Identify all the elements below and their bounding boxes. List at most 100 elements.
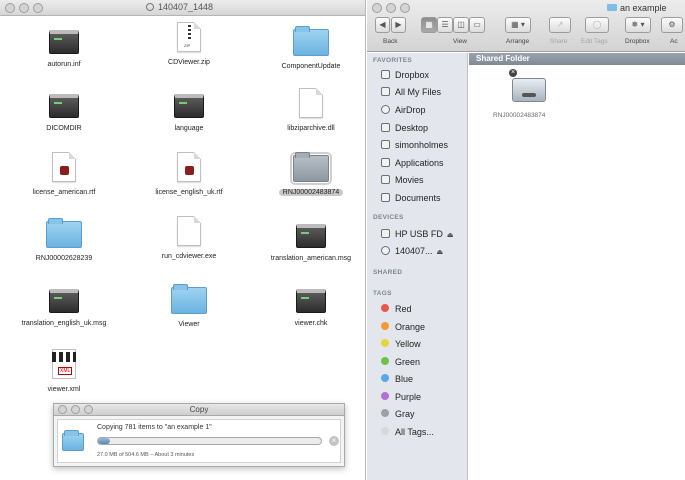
file-label: Viewer (178, 321, 200, 328)
sidebar-section-favorites: FAVORITES (373, 57, 413, 64)
airdrop-icon (381, 105, 390, 114)
action-button[interactable]: ⚙ (661, 17, 683, 33)
sidebar-tag-gray[interactable]: Gray (381, 408, 415, 420)
share-button[interactable]: ↗ (549, 17, 571, 33)
disc-icon (381, 246, 390, 255)
minimize-window-button[interactable] (19, 3, 29, 13)
cover-flow-button[interactable]: ▭ (469, 17, 485, 33)
zip-badge: ZIP (184, 43, 191, 48)
close-window-button[interactable] (5, 3, 15, 13)
sidebar-tag-green[interactable]: Green (381, 356, 420, 368)
file-item[interactable]: ZIP CDViewer.zip (134, 22, 244, 67)
documents-icon (381, 193, 390, 202)
file-item[interactable]: license_american.rtf (9, 152, 119, 197)
sidebar-tag-orange[interactable]: Orange (381, 321, 425, 333)
gray-tag-icon (381, 409, 389, 417)
zoom-window-button[interactable] (33, 3, 43, 13)
sidebar-tag-blue[interactable]: Blue (381, 373, 413, 385)
rich-text-document-icon (177, 152, 201, 182)
file-item[interactable]: run_cdviewer.exe (134, 216, 244, 261)
list-view-button[interactable]: ☰ (437, 17, 453, 33)
sidebar-item-documents[interactable]: Documents (381, 192, 441, 204)
disc-icon (146, 3, 154, 11)
forward-button[interactable]: ▶ (391, 17, 406, 33)
file-item[interactable]: RNJ00002628239 (9, 218, 119, 263)
zoom-window-button[interactable] (400, 3, 410, 13)
sidebar-item-dropbox[interactable]: Dropbox (381, 69, 429, 81)
file-item[interactable]: autorun.inf (9, 26, 119, 69)
cancel-copy-icon[interactable]: × (329, 436, 339, 446)
disk-image-icon[interactable] (512, 78, 546, 102)
destination-finder-window: an example ◀ ▶ Back ▦ ☰ ◫ ▭ View ▦ ▾ Arr… (367, 0, 685, 480)
rich-text-document-icon (52, 152, 76, 182)
purple-tag-icon (381, 392, 389, 400)
zip-archive-icon: ZIP (177, 22, 201, 52)
blue-tag-icon (381, 374, 389, 382)
file-item[interactable]: libziparchive.dll (256, 88, 366, 133)
minimize-window-button[interactable] (386, 3, 396, 13)
sidebar-item-home[interactable]: simonholmes (381, 139, 448, 151)
back-label: Back (383, 38, 398, 45)
sidebar-item-movies[interactable]: Movies (381, 174, 424, 186)
finder-toolbar: an example ◀ ▶ Back ▦ ☰ ◫ ▭ View ▦ ▾ Arr… (367, 0, 685, 52)
file-label: ComponentUpdate (281, 63, 341, 70)
action-label: Ac (670, 38, 678, 45)
copy-dialog-titlebar: Copy (54, 404, 344, 416)
executable-icon (174, 94, 204, 118)
file-item[interactable]: language (134, 90, 244, 133)
remove-badge-icon[interactable]: × (509, 69, 517, 77)
arrange-label: Arrange (506, 38, 530, 45)
sidebar-item-all-my-files[interactable]: All My Files (381, 86, 441, 98)
source-window-title: 140407_1448 (146, 2, 213, 12)
copy-dialog-body: Copying 781 items to "an example 1" × 27… (57, 419, 341, 463)
file-item[interactable]: viewer.chk (256, 285, 366, 328)
file-label: libziparchive.dll (287, 125, 335, 132)
sidebar-tag-purple[interactable]: Purple (381, 391, 421, 403)
copy-dialog-title: Copy (189, 405, 209, 414)
edit-tags-button[interactable]: ◯ (585, 17, 609, 33)
close-window-button[interactable] (372, 3, 382, 13)
executable-icon (296, 224, 326, 248)
sidebar-item-disc[interactable]: 140407... ⏏ (381, 245, 443, 257)
file-item[interactable]: DICOMDIR (9, 90, 119, 133)
orange-tag-icon (381, 322, 389, 330)
file-item[interactable]: translation_american.msg (256, 220, 366, 263)
file-item[interactable]: Viewer (134, 284, 244, 329)
source-finder-window: 140407_1448 autorun.inf ZIP CDViewer.zip… (0, 0, 366, 480)
document-icon (299, 88, 323, 118)
file-label: license_english_uk.rtf (155, 189, 223, 196)
sidebar-item-desktop[interactable]: Desktop (381, 122, 428, 134)
file-label: run_cdviewer.exe (161, 253, 217, 260)
sidebar-all-tags[interactable]: All Tags... (381, 426, 434, 438)
source-window-titlebar: 140407_1448 (0, 0, 365, 16)
arrange-button[interactable]: ▦ ▾ (505, 17, 531, 33)
dropbox-label: Dropbox (625, 38, 650, 45)
sidebar-section-devices: DEVICES (373, 214, 404, 221)
copy-status-message: Copying 781 items to "an example 1" (97, 424, 212, 431)
green-tag-icon (381, 357, 389, 365)
copy-progress-fill (98, 438, 111, 444)
copy-progress-dialog: Copy Copying 781 items to "an example 1"… (53, 403, 345, 467)
file-item[interactable]: license_english_uk.rtf (134, 152, 244, 197)
file-item-selected[interactable]: RNJ00002483874 (256, 152, 366, 197)
file-label: license_american.rtf (32, 189, 96, 196)
sidebar-tag-yellow[interactable]: Yellow (381, 338, 421, 350)
folder-icon (293, 26, 329, 56)
file-item[interactable]: viewer.xml (9, 349, 119, 394)
folder-icon (62, 430, 84, 451)
sidebar-item-usb-drive[interactable]: HP USB FD ⏏ (381, 228, 453, 240)
eject-icon[interactable]: ⏏ (447, 232, 454, 239)
folder-icon (607, 4, 617, 11)
file-label: autorun.inf (47, 61, 81, 68)
sidebar-item-applications[interactable]: Applications (381, 157, 444, 169)
column-view-button[interactable]: ◫ (453, 17, 469, 33)
icon-view-button[interactable]: ▦ (421, 17, 437, 33)
file-item[interactable]: translation_english_uk.msg (9, 285, 119, 328)
back-button[interactable]: ◀ (375, 17, 390, 33)
dropbox-button[interactable]: ❅ ▾ (625, 17, 651, 33)
eject-icon[interactable]: ⏏ (437, 249, 444, 256)
sidebar-item-airdrop[interactable]: AirDrop (381, 104, 426, 116)
xml-document-icon (52, 349, 76, 379)
file-item[interactable]: ComponentUpdate (256, 26, 366, 71)
sidebar-tag-red[interactable]: Red (381, 303, 412, 315)
